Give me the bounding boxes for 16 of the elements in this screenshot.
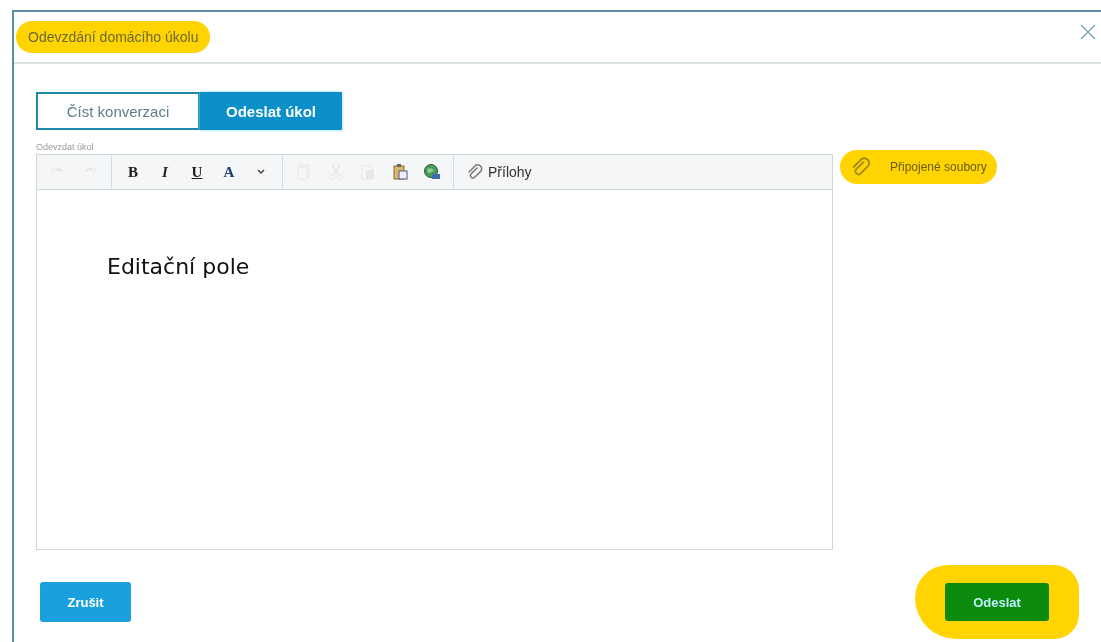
bold-button[interactable]: B <box>120 163 146 181</box>
tab[interactable]: Číst konverzaci <box>36 92 200 130</box>
tab[interactable]: Odeslat úkol <box>200 92 342 130</box>
paperclip-icon <box>466 163 484 181</box>
field-label: Odevzdat úkol <box>36 142 95 154</box>
font-color-button[interactable]: A <box>216 163 242 181</box>
underline-button[interactable]: U <box>184 163 210 181</box>
dialog-title: Odevzdání domácího úkolu <box>16 21 211 53</box>
editor-text: Editační pole <box>107 254 250 279</box>
send-button[interactable]: Odeslat <box>945 583 1049 621</box>
text-editor[interactable]: B I U A Přílohy Editační pole <box>36 154 833 550</box>
italic-button[interactable]: I <box>152 163 178 181</box>
close-icon[interactable] <box>1079 23 1097 41</box>
attached-files-link[interactable]: Připojené soubory <box>840 150 997 184</box>
paperclip-icon <box>850 156 872 178</box>
attachments-button[interactable]: Přílohy <box>462 163 536 181</box>
